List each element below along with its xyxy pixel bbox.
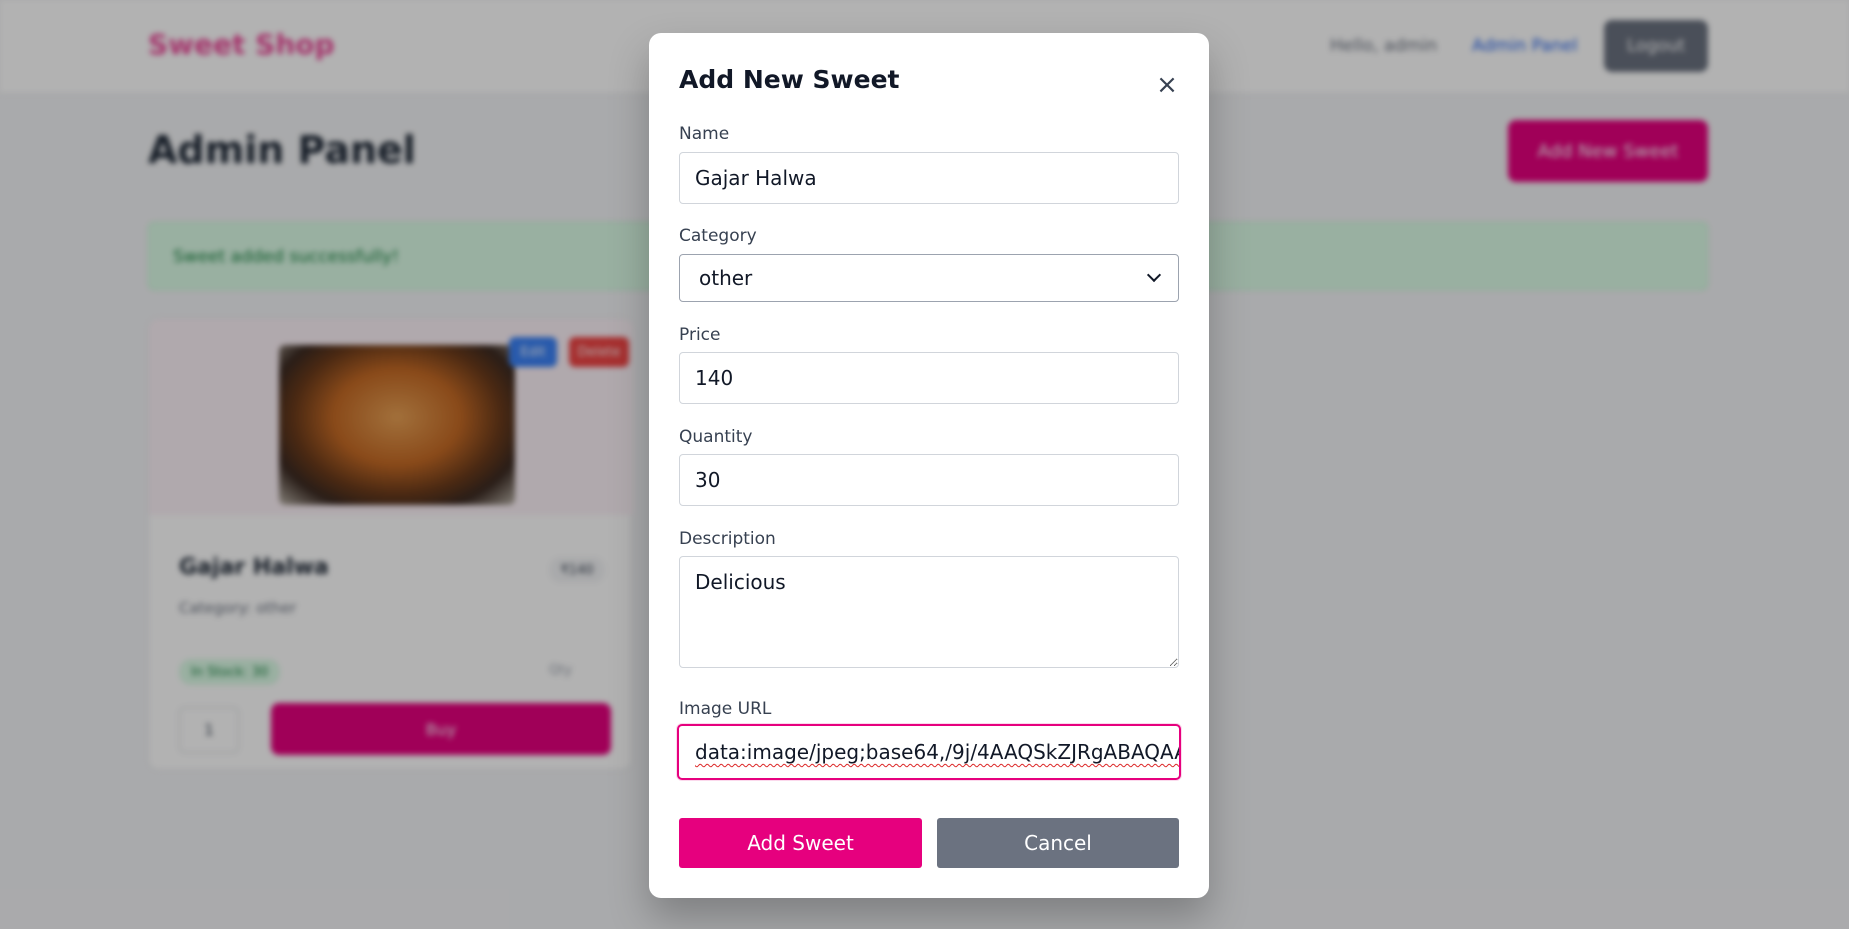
image-url-input[interactable]: data:image/jpeg;base64,/9j/4AAQSkZJRgABA…	[677, 724, 1181, 780]
cancel-button[interactable]: Cancel	[937, 818, 1179, 868]
quantity-input[interactable]	[679, 454, 1179, 506]
description-label: Description	[679, 529, 776, 549]
image-url-value: data:image/jpeg;base64,/9j/4AAQSkZJRgABA…	[695, 740, 1181, 764]
name-input[interactable]	[679, 152, 1179, 204]
price-input[interactable]	[679, 352, 1179, 404]
add-sweet-modal: Add New Sweet × Name Category other Pric…	[649, 33, 1209, 898]
image-url-label: Image URL	[679, 699, 772, 719]
category-label: Category	[679, 226, 757, 246]
modal-title: Add New Sweet	[679, 65, 900, 94]
quantity-label: Quantity	[679, 427, 753, 447]
category-selected-value: other	[699, 266, 753, 290]
close-icon[interactable]: ×	[1152, 70, 1182, 100]
price-label: Price	[679, 325, 721, 345]
chevron-down-icon	[1146, 267, 1162, 283]
add-sweet-button[interactable]: Add Sweet	[679, 818, 922, 868]
category-select[interactable]: other	[679, 254, 1179, 302]
description-textarea[interactable]: Delicious	[679, 556, 1179, 668]
name-label: Name	[679, 124, 730, 144]
